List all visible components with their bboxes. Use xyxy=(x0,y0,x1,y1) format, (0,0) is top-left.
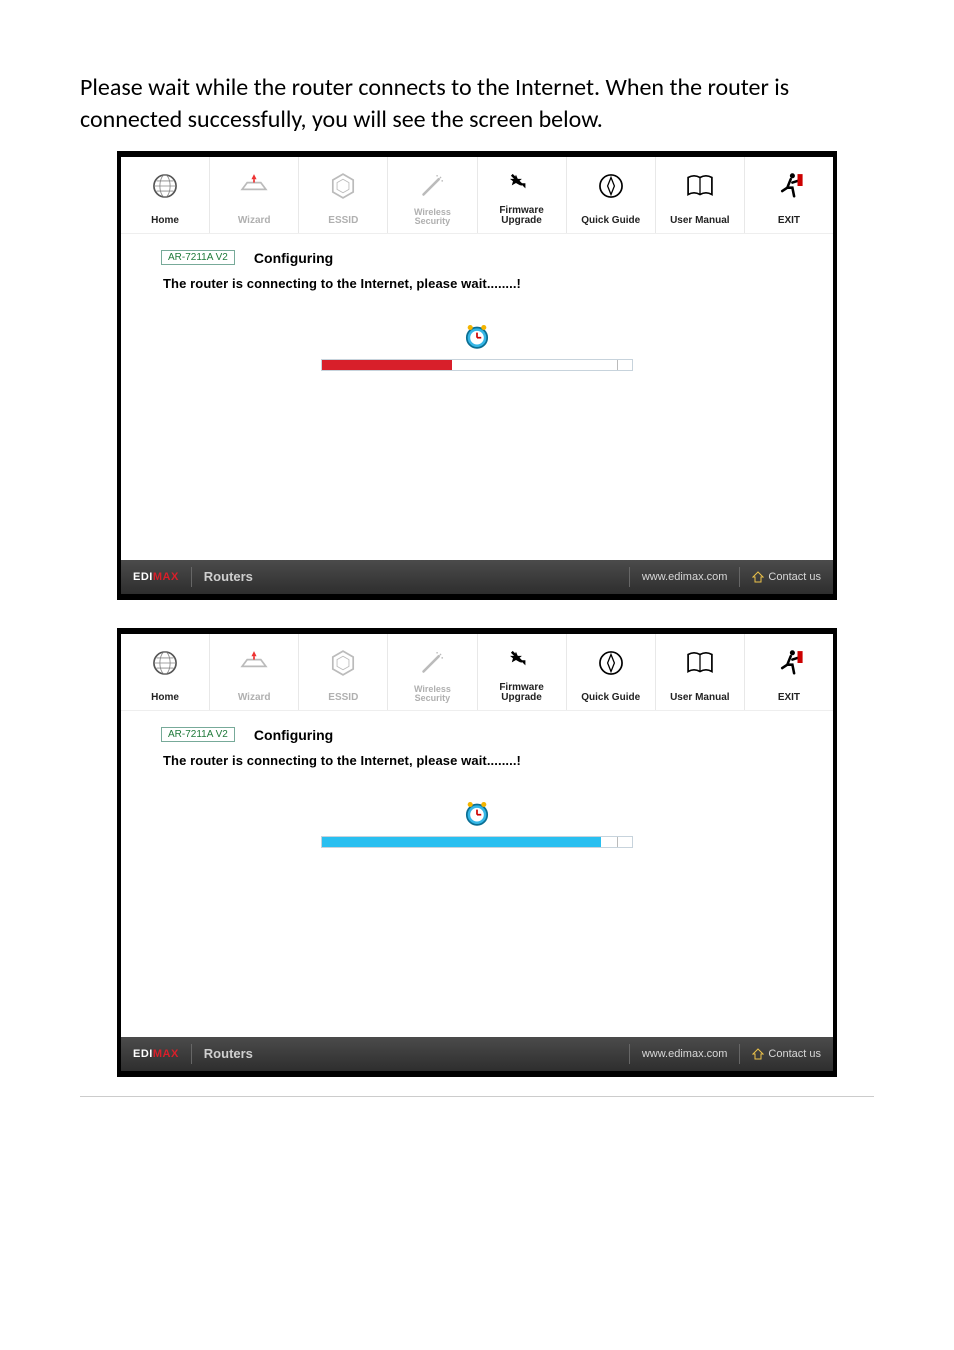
compass-icon xyxy=(591,646,631,680)
footer-url[interactable]: www.edimax.com xyxy=(629,567,740,587)
brand-category: Routers xyxy=(191,1044,265,1064)
nav-exit-label: EXIT xyxy=(778,684,800,704)
brand-logo: EDIMAX xyxy=(121,571,191,583)
book-icon xyxy=(680,646,720,680)
model-badge: AR-7211A V2 xyxy=(161,250,235,265)
clock-icon xyxy=(460,796,494,830)
progress-end-marker xyxy=(617,836,618,848)
nav-quick-guide[interactable]: Quick Guide xyxy=(567,157,656,233)
progress-end-marker xyxy=(617,359,618,371)
nav-essid-label: ESSID xyxy=(328,684,358,704)
nav-home-label: Home xyxy=(151,207,179,227)
footer-contact-label: Contact us xyxy=(768,571,821,583)
home-small-icon xyxy=(752,1048,764,1060)
compass-icon xyxy=(591,169,631,203)
nav-wizard-label: Wizard xyxy=(238,207,271,227)
nav-quick-label: Quick Guide xyxy=(581,684,640,704)
footer-contact[interactable]: Contact us xyxy=(739,567,833,587)
nav-user-manual[interactable]: User Manual xyxy=(656,634,745,710)
nav-security[interactable]: WirelessSecurity xyxy=(388,157,477,233)
progress-bar xyxy=(321,359,633,371)
section-title: Configuring xyxy=(254,727,333,743)
nav-user-manual[interactable]: User Manual xyxy=(656,157,745,233)
globe-icon xyxy=(145,646,185,680)
nav-essid[interactable]: ESSID xyxy=(299,157,388,233)
nav-firmware[interactable]: FirmwareUpgrade xyxy=(478,157,567,233)
nav-security[interactable]: WirelessSecurity xyxy=(388,634,477,710)
progress-bar xyxy=(321,836,633,848)
run-icon xyxy=(769,169,809,203)
top-nav: Home Wizard ESSID WirelessSecurity xyxy=(121,634,833,711)
clock-icon xyxy=(460,319,494,353)
model-badge: AR-7211A V2 xyxy=(161,727,235,742)
wand-icon xyxy=(412,646,452,680)
nav-security-label: WirelessSecurity xyxy=(414,207,451,227)
nav-manual-label: User Manual xyxy=(670,207,729,227)
nav-exit[interactable]: EXIT xyxy=(745,634,833,710)
progress-area xyxy=(161,796,793,848)
status-message: The router is connecting to the Internet… xyxy=(163,753,791,768)
nav-home[interactable]: Home xyxy=(121,157,210,233)
nav-firmware-label: FirmwareUpgrade xyxy=(499,206,543,227)
footer-bar: EDIMAX Routers www.edimax.com Contact us xyxy=(121,560,833,594)
brand-category: Routers xyxy=(191,567,265,587)
wizard-icon xyxy=(234,169,274,203)
nav-quick-label: Quick Guide xyxy=(581,207,640,227)
brand-text-accent: MAX xyxy=(153,571,179,583)
progress-fill xyxy=(322,837,601,847)
router-panel-1: Home Wizard ESSID WirelessSecurity xyxy=(117,151,837,600)
nav-essid-label: ESSID xyxy=(328,207,358,227)
nav-home-label: Home xyxy=(151,684,179,704)
progress-fill xyxy=(322,360,452,370)
nav-wizard-label: Wizard xyxy=(238,684,271,704)
nav-firmware[interactable]: FirmwareUpgrade xyxy=(478,634,567,710)
nav-exit[interactable]: EXIT xyxy=(745,157,833,233)
footer-bar: EDIMAX Routers www.edimax.com Contact us xyxy=(121,1037,833,1071)
page-footer-rule xyxy=(80,1096,874,1097)
top-nav: Home Wizard ESSID WirelessSecurity xyxy=(121,157,833,234)
intro-text: Please wait while the router connects to… xyxy=(80,72,874,137)
brand-text-main: EDI xyxy=(133,571,153,583)
brand-text-accent: MAX xyxy=(153,1048,179,1060)
wizard-icon xyxy=(234,646,274,680)
nav-home[interactable]: Home xyxy=(121,634,210,710)
run-icon xyxy=(769,646,809,680)
nav-wizard[interactable]: Wizard xyxy=(210,634,299,710)
nav-security-label: WirelessSecurity xyxy=(414,684,451,704)
hexagon-icon xyxy=(323,169,363,203)
footer-contact[interactable]: Contact us xyxy=(739,1044,833,1064)
nav-essid[interactable]: ESSID xyxy=(299,634,388,710)
footer-contact-label: Contact us xyxy=(768,1048,821,1060)
brand-text-main: EDI xyxy=(133,1048,153,1060)
status-message: The router is connecting to the Internet… xyxy=(163,276,791,291)
globe-icon xyxy=(145,169,185,203)
home-small-icon xyxy=(752,571,764,583)
hexagon-icon xyxy=(323,646,363,680)
nav-firmware-label: FirmwareUpgrade xyxy=(499,683,543,704)
nav-wizard[interactable]: Wizard xyxy=(210,157,299,233)
footer-url[interactable]: www.edimax.com xyxy=(629,1044,740,1064)
nav-quick-guide[interactable]: Quick Guide xyxy=(567,634,656,710)
arrow-star-icon xyxy=(502,168,542,202)
router-panel-2: Home Wizard ESSID WirelessSecurity xyxy=(117,628,837,1077)
content-area: AR-7211A V2 Configuring The router is co… xyxy=(121,711,833,1037)
nav-exit-label: EXIT xyxy=(778,207,800,227)
content-area: AR-7211A V2 Configuring The router is co… xyxy=(121,234,833,560)
brand-logo: EDIMAX xyxy=(121,1048,191,1060)
arrow-star-icon xyxy=(502,645,542,679)
progress-area xyxy=(161,319,793,371)
section-title: Configuring xyxy=(254,250,333,266)
book-icon xyxy=(680,169,720,203)
wand-icon xyxy=(412,169,452,203)
nav-manual-label: User Manual xyxy=(670,684,729,704)
